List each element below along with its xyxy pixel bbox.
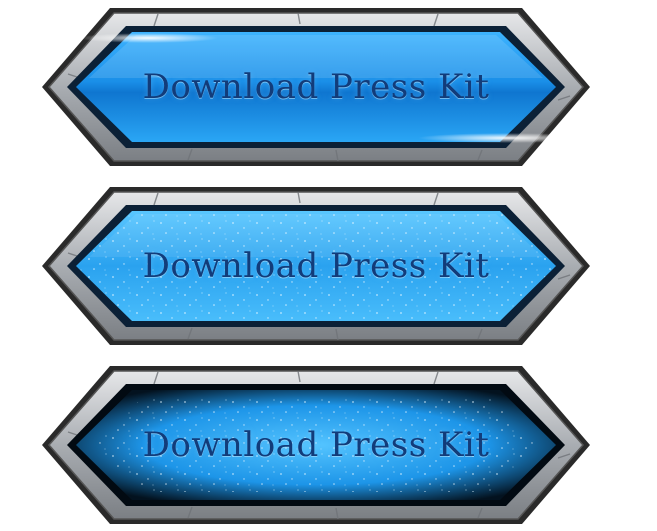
- download-press-kit-button-pressed[interactable]: Download Press Kit: [38, 362, 594, 528]
- stone-frame-pressed: [42, 366, 590, 524]
- stone-frame-normal: [42, 8, 594, 166]
- download-press-kit-button-normal[interactable]: Download Press Kit: [38, 4, 594, 170]
- download-press-kit-button-hover[interactable]: Download Press Kit: [38, 183, 594, 349]
- stone-frame-hover: [42, 187, 590, 345]
